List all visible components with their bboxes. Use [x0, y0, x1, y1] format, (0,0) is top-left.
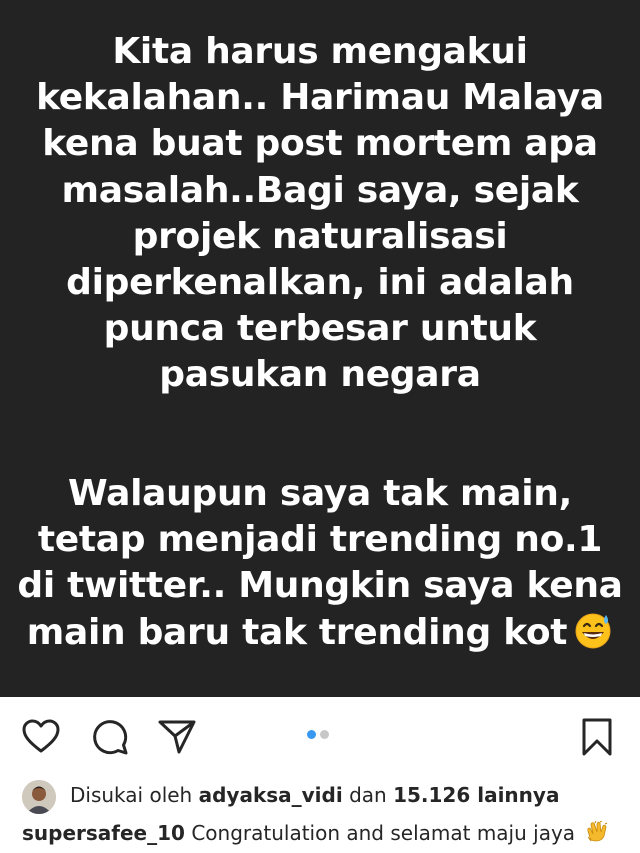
avatar[interactable] — [22, 780, 56, 814]
post-text-line: pasukan negara — [159, 354, 481, 396]
post-text-block-2: Walaupun saya tak main, tetap menjadi tr… — [0, 471, 640, 656]
carousel-indicator — [307, 730, 337, 740]
liker-username[interactable]: adyaksa_vidi — [199, 783, 343, 807]
post-text-line: diperkenalkan, ini adalah — [66, 262, 574, 304]
likes-row: Disukai oleh adyaksa_vidi dan 15.126 lai… — [0, 777, 640, 814]
post-text-line: kena buat post mortem apa — [42, 123, 598, 165]
liker-avatar-image — [22, 780, 56, 814]
bookmark-icon[interactable] — [580, 717, 614, 757]
post-text-line: Kita harus mengakui — [112, 31, 528, 72]
caption-row: supersafee_10 Congratulation and selamat… — [0, 815, 640, 853]
likes-summary[interactable]: Disukai oleh adyaksa_vidi dan 15.126 lai… — [70, 783, 559, 807]
post-text-line: main baru tak trending kot — [26, 611, 568, 653]
post-text-block-1: Kita harus mengakui kekalahan.. Harimau … — [0, 29, 640, 399]
post-image[interactable]: Kita harus mengakui kekalahan.. Harimau … — [0, 0, 640, 697]
grinning-face-with-sweat-icon — [575, 613, 611, 649]
likes-count[interactable]: 15.126 lainnya — [393, 783, 559, 807]
post-text-line-last: main baru tak trending kot — [0, 610, 640, 656]
clapping-hands-icon — [587, 821, 608, 842]
caption-text: Congratulation and selamat maju jaya — [191, 821, 576, 845]
post-text-line: punca terbesar untuk — [103, 308, 537, 350]
likes-connector: dan — [349, 783, 387, 807]
carousel-dot — [320, 730, 329, 739]
heart-icon[interactable] — [21, 717, 61, 757]
carousel-dot-active — [307, 730, 316, 739]
post-text-line: masalah..Bagi saya, sejak — [61, 169, 579, 211]
caption-username[interactable]: supersafee_10 — [22, 821, 185, 845]
post-text-line: di twitter.. Mungkin saya kena — [17, 565, 623, 607]
comment-icon[interactable] — [90, 717, 130, 757]
send-icon[interactable] — [157, 717, 197, 757]
post-text-line: projek naturalisasi — [132, 215, 508, 257]
likes-prefix: Disukai oleh — [70, 783, 193, 807]
caption: supersafee_10 Congratulation and selamat… — [22, 821, 611, 845]
post-text-line: kekalahan.. Harimau Malaya — [36, 77, 604, 119]
post-action-bar — [0, 697, 640, 777]
post-text-line: tetap menjadi trending no.1 — [37, 519, 603, 561]
post-text-line: Walaupun saya tak main, — [68, 473, 572, 514]
